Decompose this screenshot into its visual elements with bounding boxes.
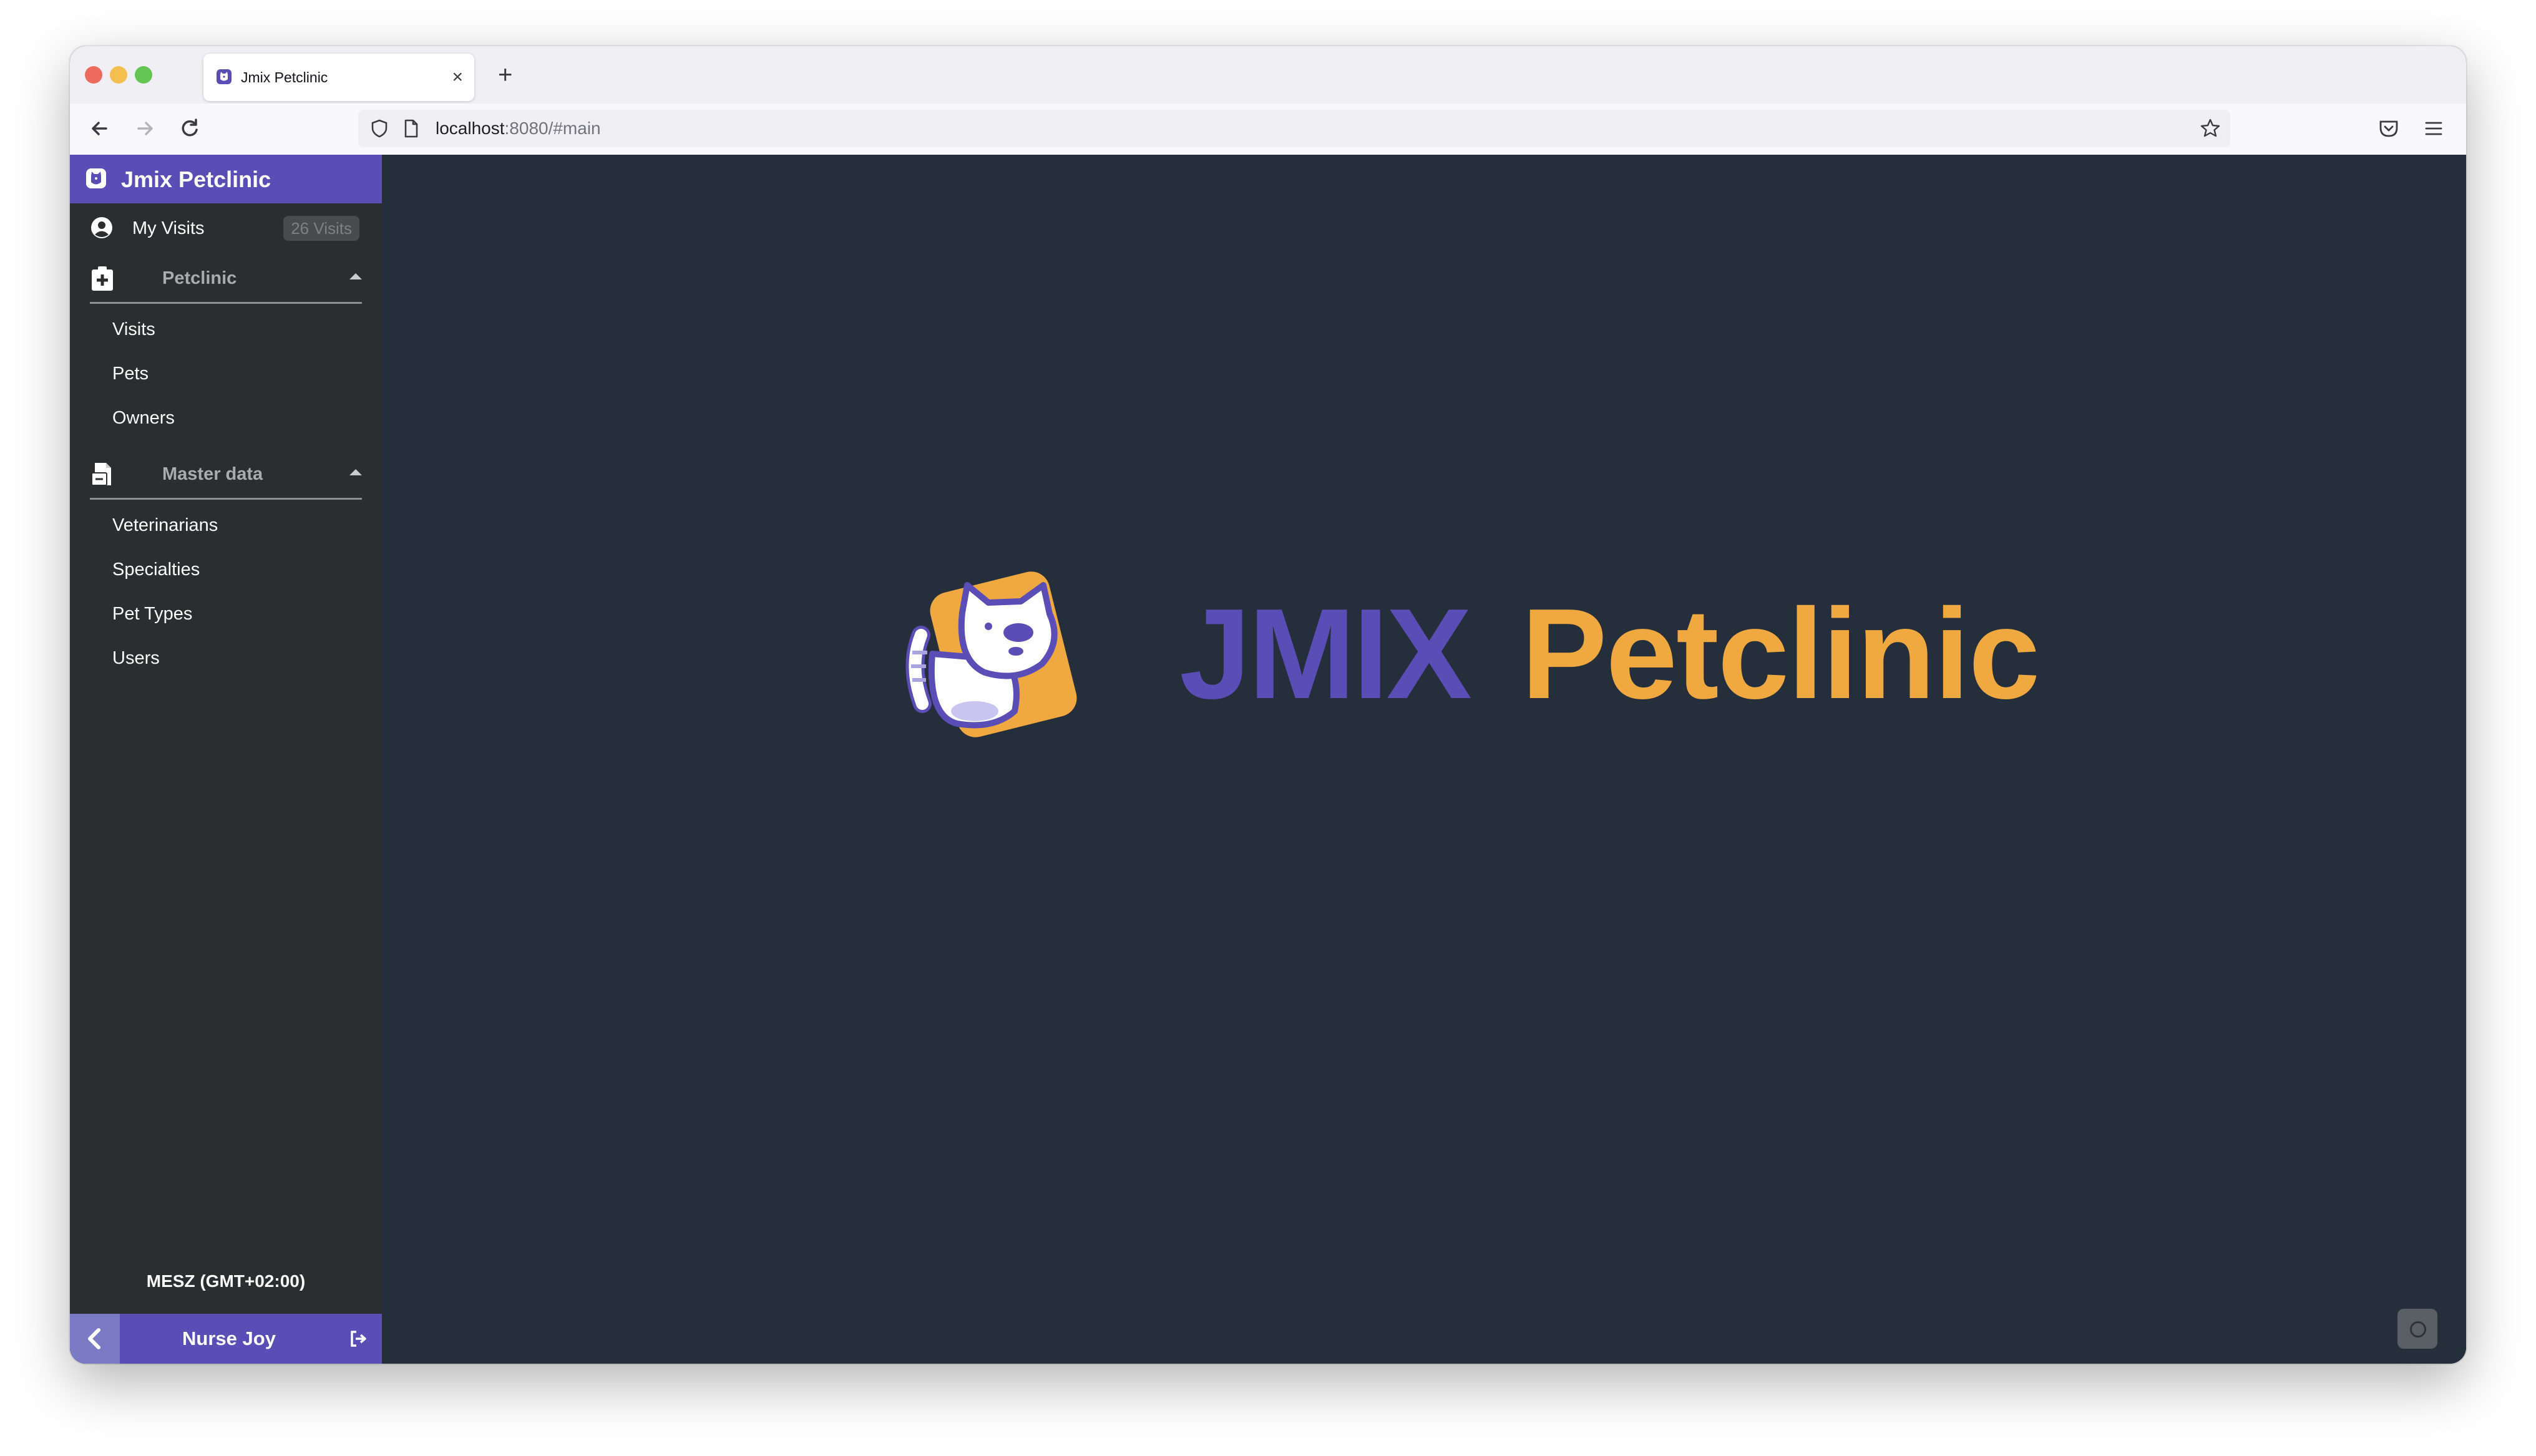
page-info-icon[interactable] (399, 117, 422, 140)
pocket-icon[interactable] (2376, 116, 2401, 141)
user-circle-icon (91, 217, 112, 238)
cat-logo-icon (86, 168, 106, 188)
address-bar[interactable]: localhost:8080/#main (358, 110, 2230, 147)
maximize-window-button[interactable] (135, 66, 152, 84)
sidebar-item-users[interactable]: Users (112, 639, 160, 677)
sidebar-item-pets[interactable]: Pets (112, 355, 149, 392)
sidebar-item-owners[interactable]: Owners (112, 399, 175, 437)
tab-close-icon[interactable]: × (452, 54, 463, 101)
arrow-left-icon (92, 122, 107, 135)
main-content: JMIX Petclinic (382, 155, 2466, 1364)
reload-icon (182, 119, 198, 137)
reload-button[interactable] (175, 114, 205, 143)
hamburger-menu-icon[interactable] (2421, 116, 2446, 141)
sidebar-item-specialties[interactable]: Specialties (112, 551, 200, 588)
user-name-button[interactable]: Nurse Joy (120, 1314, 338, 1364)
arrow-right-icon (137, 122, 153, 135)
app-root: Jmix Petclinic My Visits 26 Visits Petcl… (70, 155, 2466, 1364)
file-cabinet-icon (91, 463, 111, 486)
collapse-sidebar-button[interactable] (70, 1314, 120, 1364)
tab-title: Jmix Petclinic (241, 69, 328, 85)
sidebar-group-label: Petclinic (162, 268, 237, 288)
logout-icon[interactable] (348, 1329, 368, 1349)
shield-icon[interactable] (368, 117, 391, 140)
floating-action-button[interactable] (2397, 1309, 2437, 1349)
back-button[interactable] (85, 114, 115, 143)
browser-tab-active[interactable]: Jmix Petclinic × (203, 54, 474, 101)
circle-icon (2410, 1321, 2426, 1337)
new-tab-button[interactable]: + (498, 55, 512, 95)
visits-count-badge: 26 Visits (283, 216, 359, 241)
browser-window: Jmix Petclinic × + localhost:8080/#main … (70, 46, 2466, 1364)
brand-jmix-text: JMIX (1179, 582, 1472, 726)
sidebar-item-pet-types[interactable]: Pet Types (112, 595, 192, 633)
chevron-left-icon (88, 1328, 100, 1349)
forward-button[interactable] (130, 114, 160, 143)
petclinic-cat-logo-icon (905, 571, 1077, 737)
caret-up-icon (349, 273, 362, 279)
browser-tab-bar: Jmix Petclinic × + (70, 46, 2466, 104)
close-window-button[interactable] (85, 66, 102, 84)
sidebar-item-my-visits[interactable]: My Visits 26 Visits (70, 203, 382, 252)
sidebar-group-petclinic[interactable]: Petclinic (90, 255, 362, 304)
app-title: Jmix Petclinic (121, 167, 271, 192)
sidebar-header[interactable]: Jmix Petclinic (70, 155, 382, 203)
cat-favicon-icon (217, 69, 232, 84)
timezone-label: MESZ (GMT+02:00) (146, 1271, 306, 1291)
minimize-window-button[interactable] (110, 66, 127, 84)
my-visits-label: My Visits (132, 218, 205, 238)
medical-kit-icon (92, 266, 113, 291)
brand-petclinic-text: Petclinic (1521, 582, 2040, 726)
caret-up-icon (349, 469, 362, 475)
bookmark-star-icon[interactable] (2199, 117, 2221, 140)
browser-nav-bar: localhost:8080/#main (70, 104, 2466, 156)
sidebar-item-visits[interactable]: Visits (112, 311, 155, 348)
sidebar-group-label: Master data (162, 464, 263, 484)
sidebar-footer: Nurse Joy (70, 1314, 382, 1364)
url-text[interactable]: localhost:8080/#main (436, 110, 601, 147)
sidebar-item-veterinarians[interactable]: Veterinarians (112, 507, 218, 544)
sidebar: Jmix Petclinic My Visits 26 Visits Petcl… (70, 155, 382, 1364)
sidebar-group-master-data[interactable]: Master data (90, 450, 362, 500)
